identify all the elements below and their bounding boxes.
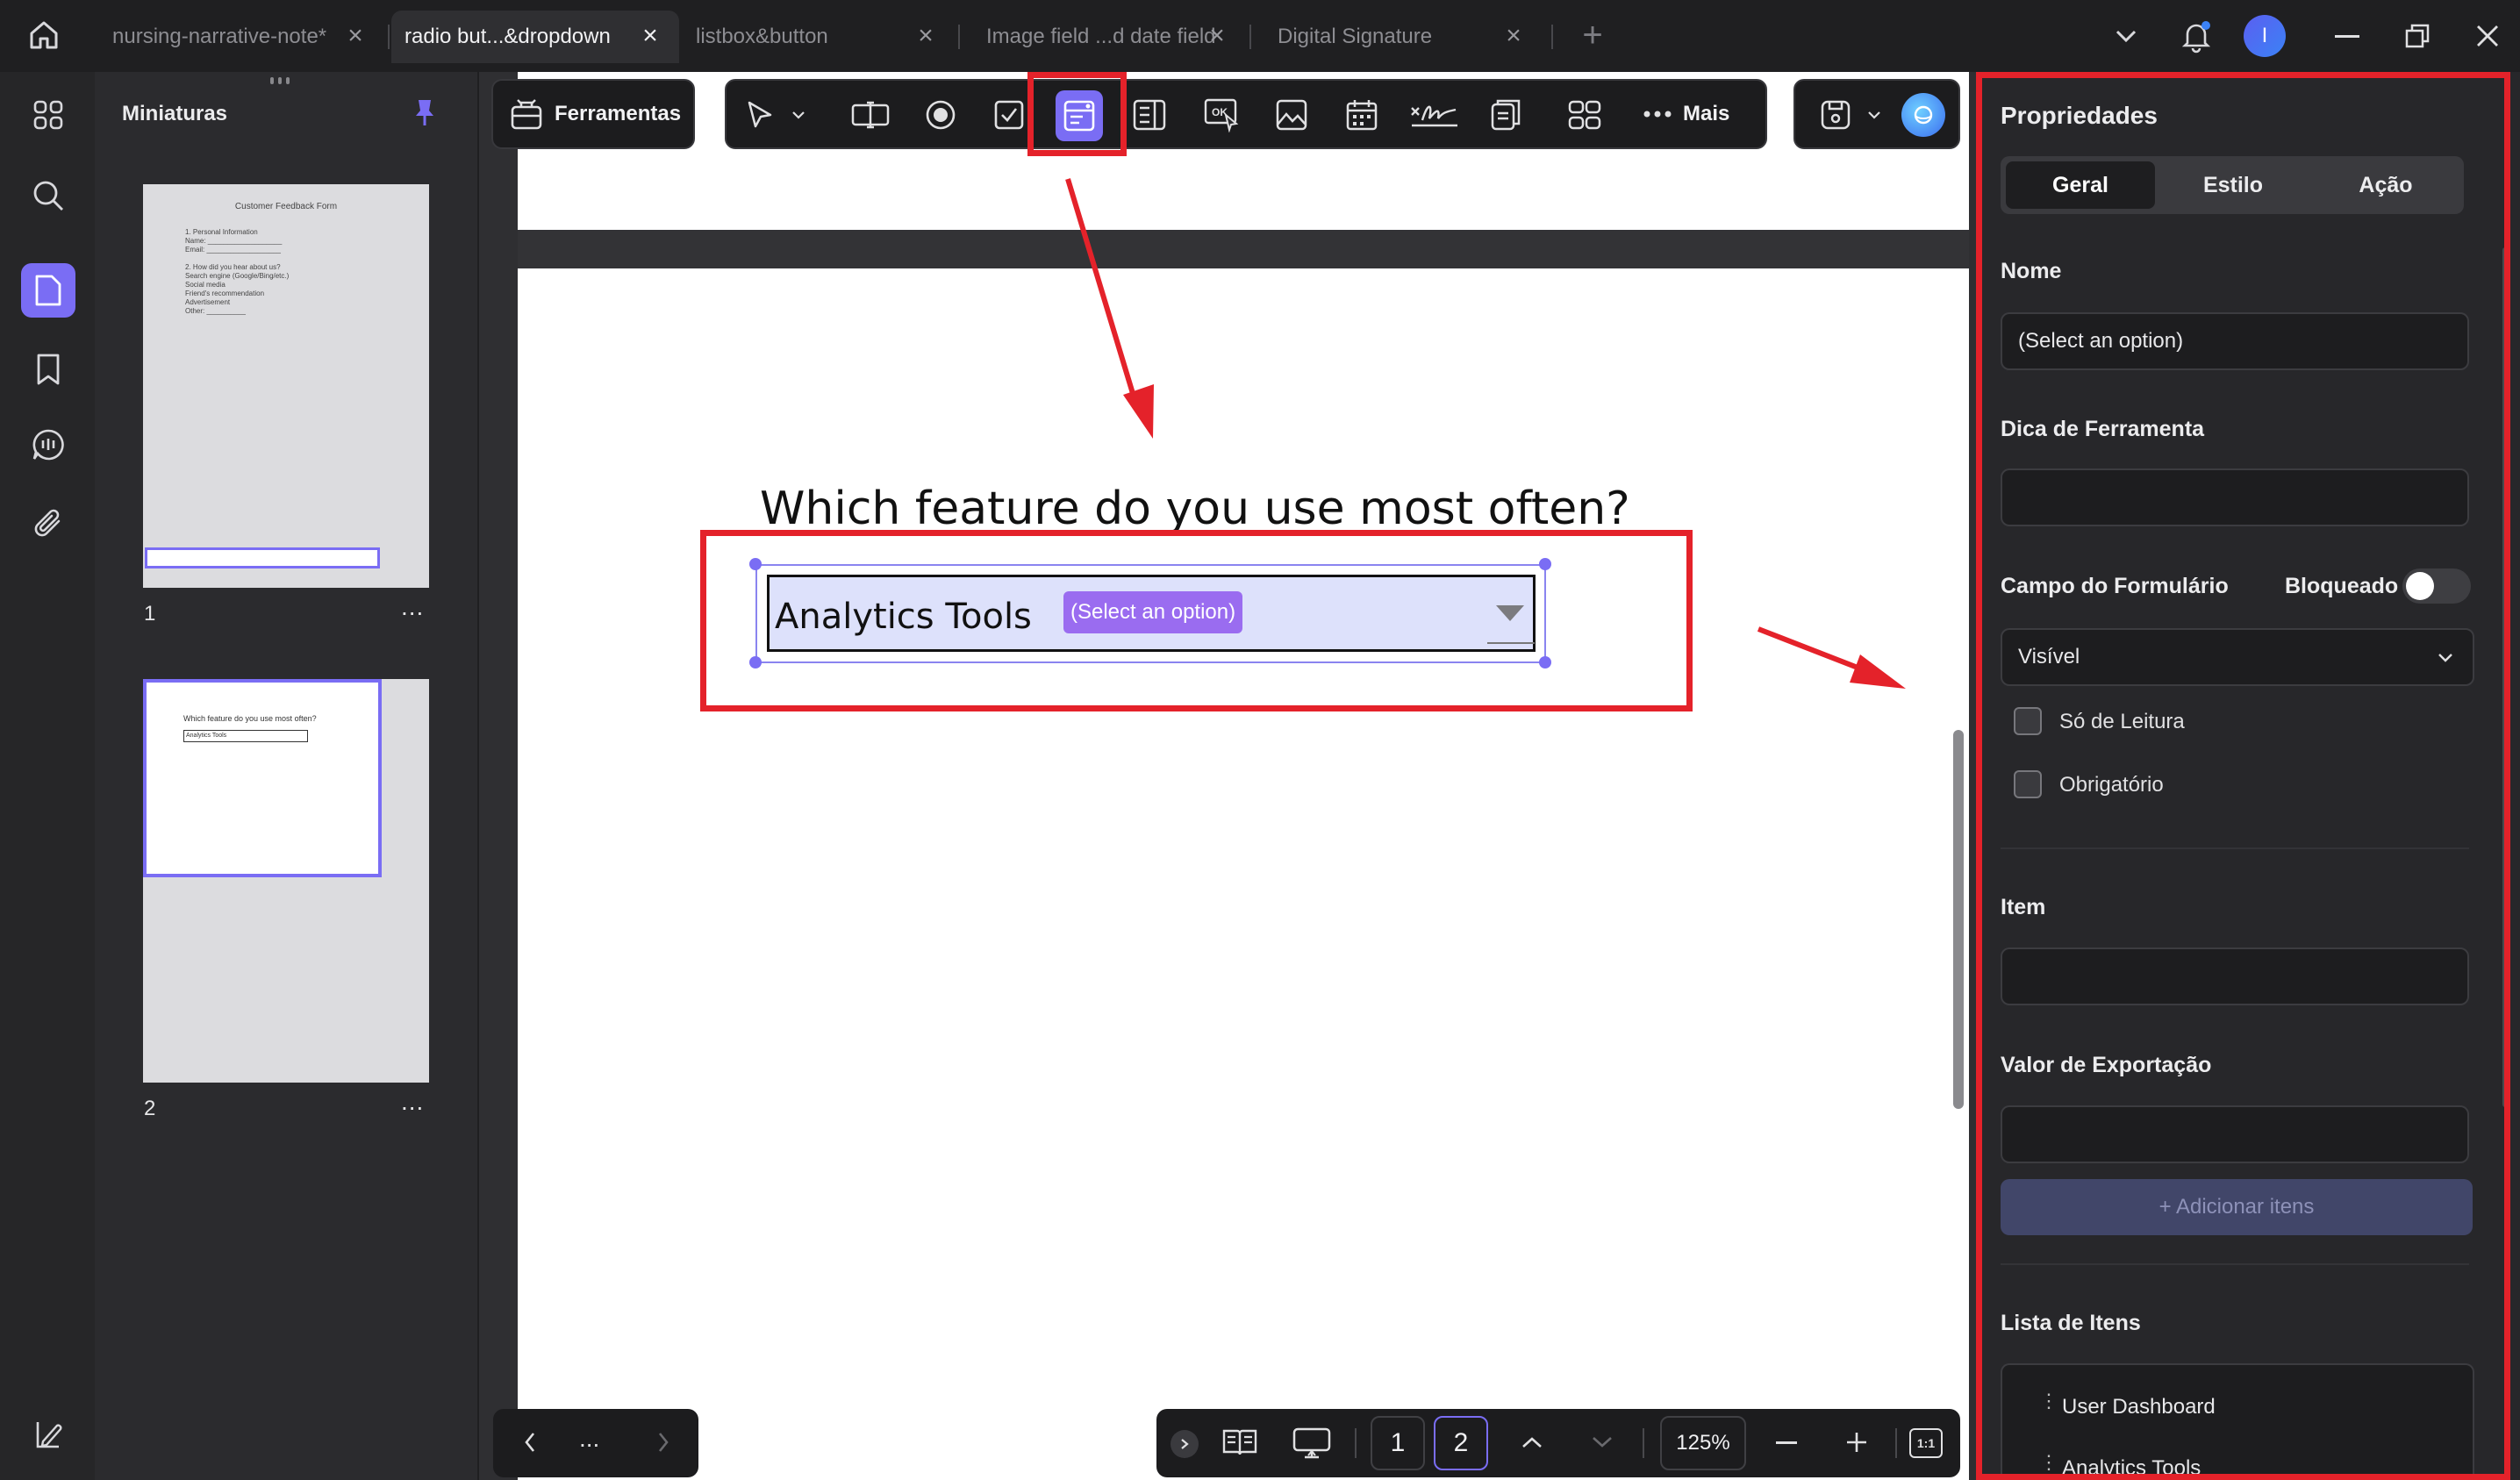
annotation-arrows bbox=[1065, 178, 1906, 689]
arrow-down-icon bbox=[1065, 178, 1154, 439]
arrow-right-icon bbox=[1757, 626, 1906, 689]
